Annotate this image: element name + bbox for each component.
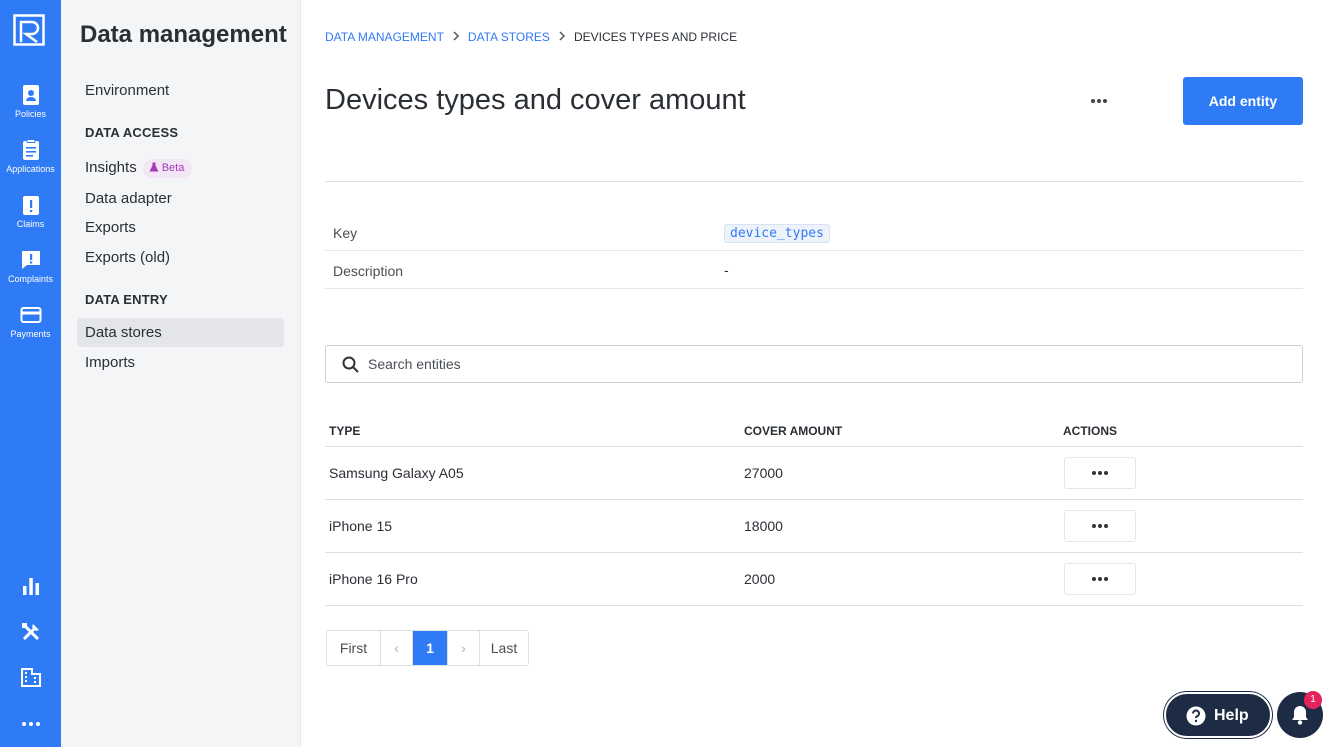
rail-item-applications[interactable]: Applications [0, 139, 61, 174]
chevron-right-icon [444, 30, 468, 44]
detail-row-key: Key device_types [325, 214, 1303, 251]
breadcrumb-current: DEVICES TYPES AND PRICE [573, 30, 738, 44]
divider [325, 181, 1303, 182]
rail-label: Payments [10, 329, 51, 339]
sidebar-item-label: Insights [85, 159, 137, 176]
search-box [325, 345, 1303, 383]
breadcrumb: DATA MANAGEMENT DATA STORES DEVICES TYPE… [325, 30, 737, 44]
breadcrumb-data-stores[interactable]: DATA STORES [468, 30, 550, 44]
cell-type: iPhone 15 [329, 518, 393, 534]
table-row: iPhone 16 Pro 2000 [325, 553, 1303, 606]
help-label: Help [1214, 707, 1249, 724]
claims-icon [22, 196, 39, 215]
pagination-next[interactable]: › [448, 631, 480, 665]
rail-organization[interactable] [0, 666, 61, 693]
table-row: Samsung Galaxy A05 27000 [325, 447, 1303, 500]
pagination-prev[interactable]: ‹ [381, 631, 413, 665]
more-icon [1092, 524, 1108, 528]
help-button[interactable]: Help [1164, 692, 1272, 738]
pagination-page[interactable]: 1 [413, 631, 448, 665]
detail-row-description: Description - [325, 252, 1303, 289]
key-code: device_types [724, 224, 830, 243]
key-value: device_types [724, 224, 830, 243]
rail-item-policies[interactable]: Policies [0, 84, 61, 119]
policies-icon [22, 85, 39, 105]
column-header-type[interactable]: TYPE [329, 424, 360, 438]
cell-cover-amount: 2000 [744, 571, 776, 587]
main-content: DATA MANAGEMENT DATA STORES DEVICES TYPE… [301, 0, 1326, 747]
sidebar: Data management Environment DATA ACCESS … [61, 0, 301, 747]
description-value: - [724, 262, 729, 278]
rail-item-claims[interactable]: Claims [0, 194, 61, 229]
rail-item-payments[interactable]: Payments [0, 304, 61, 339]
more-icon [1091, 99, 1107, 103]
rail-tools[interactable] [0, 621, 61, 648]
applications-icon [22, 139, 39, 160]
beta-badge: Beta [142, 159, 193, 178]
rail-item-complaints[interactable]: Complaints [0, 249, 61, 284]
key-label: Key [333, 225, 358, 241]
pagination-first[interactable]: First [327, 631, 381, 665]
pagination-last[interactable]: Last [480, 631, 528, 665]
complaints-icon [21, 251, 40, 269]
search-icon [342, 356, 359, 373]
row-actions-button[interactable] [1064, 510, 1136, 542]
cell-type: iPhone 16 Pro [329, 571, 418, 587]
section-data-access: DATA ACCESS [85, 125, 179, 140]
table-row: iPhone 15 18000 [325, 500, 1303, 553]
sidebar-item-data-stores[interactable]: Data stores [77, 318, 284, 347]
beta-label: Beta [161, 162, 185, 174]
cell-type: Samsung Galaxy A05 [329, 465, 464, 481]
sidebar-item-exports[interactable]: Exports [77, 213, 284, 242]
section-data-entry: DATA ENTRY [85, 292, 168, 307]
search-input[interactable] [368, 346, 1288, 382]
logo-icon[interactable] [13, 14, 45, 46]
row-actions-button[interactable] [1064, 563, 1136, 595]
payments-icon [20, 307, 41, 323]
bar-chart-icon [22, 578, 39, 595]
notification-badge: 1 [1304, 691, 1322, 709]
column-header-cover-amount[interactable]: COVER AMOUNT [744, 424, 842, 438]
sidebar-title: Data management [80, 21, 287, 48]
chevron-right-icon [550, 30, 574, 44]
sidebar-item-imports[interactable]: Imports [77, 348, 284, 377]
tools-icon [21, 623, 39, 641]
question-icon [1186, 706, 1206, 726]
more-options-button[interactable] [1081, 88, 1117, 114]
rail-label: Claims [16, 219, 45, 229]
cell-cover-amount: 27000 [744, 465, 783, 481]
rail-more[interactable] [0, 713, 61, 740]
flask-icon [149, 162, 159, 172]
sidebar-item-environment[interactable]: Environment [77, 76, 284, 105]
more-icon [21, 722, 40, 726]
rail-label: Applications [6, 164, 55, 174]
sidebar-item-exports-old[interactable]: Exports (old) [77, 243, 284, 272]
rail-label: Policies [14, 109, 46, 119]
pagination: First ‹ 1 › Last [326, 630, 529, 666]
app-rail: Policies Applications Claims Complaints … [0, 0, 61, 747]
description-label: Description [333, 263, 404, 279]
add-entity-button[interactable]: Add entity [1183, 77, 1303, 125]
rail-label: Complaints [7, 274, 54, 284]
more-icon [1092, 577, 1108, 581]
column-header-actions: ACTIONS [1063, 424, 1117, 438]
breadcrumb-data-management[interactable]: DATA MANAGEMENT [325, 30, 444, 44]
page-title: Devices types and cover amount [325, 84, 746, 116]
cell-cover-amount: 18000 [744, 518, 783, 534]
sidebar-item-data-adapter[interactable]: Data adapter [77, 184, 284, 213]
building-icon [20, 668, 41, 687]
sidebar-item-insights[interactable]: Insights Beta [77, 153, 284, 182]
more-icon [1092, 471, 1108, 475]
row-actions-button[interactable] [1064, 457, 1136, 489]
rail-analytics[interactable] [0, 575, 61, 602]
